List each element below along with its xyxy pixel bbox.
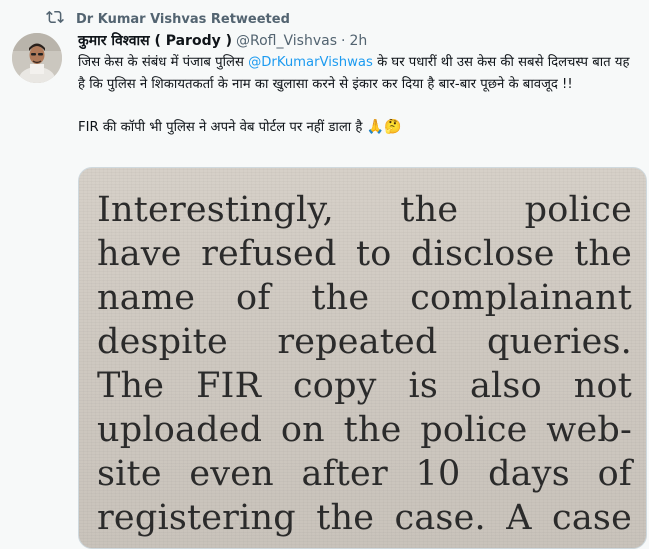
tweet-text-part: FIR की कॉपी भी पुलिस ने अपने वेब पोर्टल … xyxy=(78,120,363,135)
tweet-media-image[interactable]: Interestingly, the police have refused t… xyxy=(78,167,647,549)
clipping-line: name of the complainant xyxy=(97,278,632,318)
tweet-timestamp[interactable]: 2h xyxy=(349,33,367,49)
clipping-line: site even after 10 days of xyxy=(97,454,632,494)
clipping-line: have refused to disclose the xyxy=(97,234,632,274)
tweet-text: जिस केस के संबंध में पंजाब पुलिस @DrKuma… xyxy=(78,52,638,139)
tweet-paragraph-1: जिस केस के संबंध में पंजाब पुलिस @DrKuma… xyxy=(78,52,638,96)
retweet-indicator: Dr Kumar Vishvas Retweeted xyxy=(46,8,290,30)
author-name[interactable]: कुमार विश्वास ( Parody ) xyxy=(78,31,232,50)
author-handle[interactable]: @Rofl_Vishvas xyxy=(236,33,337,49)
retweet-icon xyxy=(46,8,64,30)
separator-dot: · xyxy=(340,32,346,49)
clipping-line: The FIR copy is also not xyxy=(97,366,632,406)
emoji-group: 🙏🤔 xyxy=(366,119,402,135)
mention-link[interactable]: @DrKumarVishwas xyxy=(248,55,373,70)
clipping-line: despite repeated queries. xyxy=(97,322,632,362)
clipping-line: registering the case. A case xyxy=(97,498,632,538)
tweet-header: कुमार विश्वास ( Parody ) @Rofl_Vishvas ·… xyxy=(78,31,367,50)
tweet-text-part: जिस केस के संबंध में पंजाब पुलिस xyxy=(78,55,249,70)
clipping-line: uploaded on the police web- xyxy=(97,410,632,450)
avatar-photo xyxy=(12,33,62,83)
clipping-line: Interestingly, the police xyxy=(97,190,632,230)
retweet-label[interactable]: Dr Kumar Vishvas Retweeted xyxy=(76,12,290,27)
tweet-paragraph-2: FIR की कॉपी भी पुलिस ने अपने वेब पोर्टल … xyxy=(78,116,638,139)
clipping-partial-top xyxy=(97,168,632,184)
avatar[interactable] xyxy=(12,33,62,83)
